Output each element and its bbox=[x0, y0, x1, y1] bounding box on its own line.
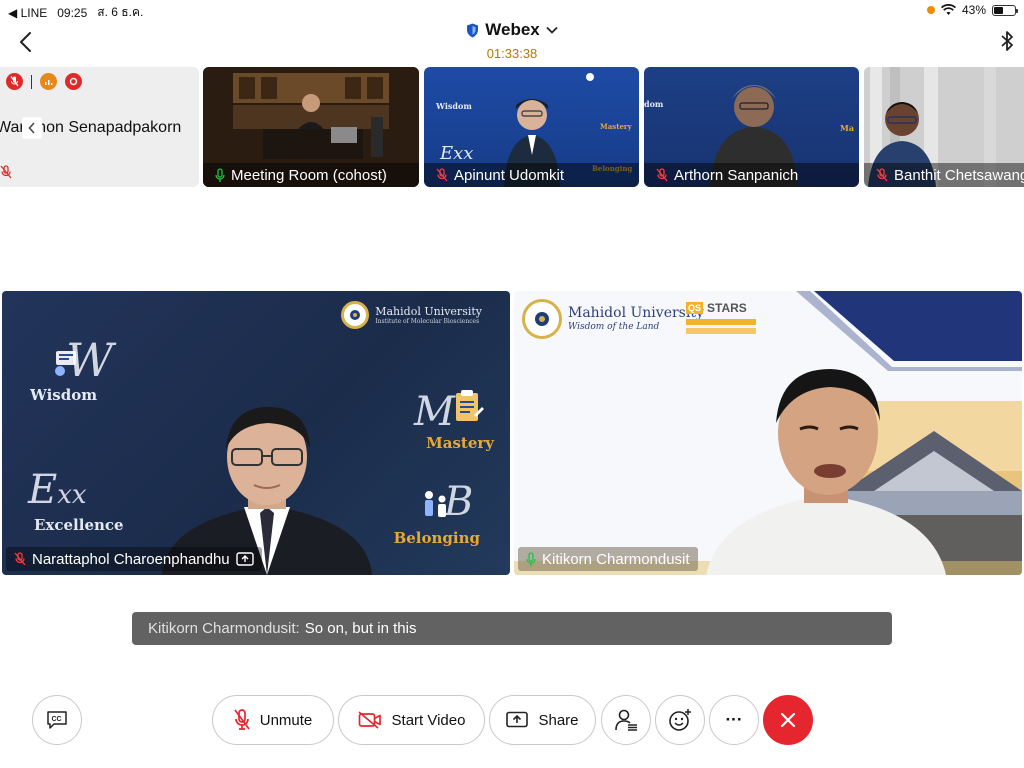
svg-text:Exx: Exx bbox=[439, 143, 473, 164]
main-video-tile[interactable]: Mahidol University Wisdom of the Land QS… bbox=[514, 291, 1022, 575]
meeting-title: Webex bbox=[485, 20, 540, 39]
participant-name: Banthit Chetsawang bbox=[894, 166, 1024, 184]
share-button[interactable]: Share bbox=[489, 695, 596, 745]
mahidol-logo: Mahidol University Wisdom of the Land bbox=[522, 299, 704, 339]
status-time: 09:25 bbox=[57, 5, 88, 20]
main-video-tile[interactable]: Mahidol University Institute of Molecula… bbox=[2, 291, 510, 575]
recording-indicators bbox=[6, 73, 82, 90]
university-seal-icon bbox=[522, 299, 562, 339]
institute-name: Institute of Molecular Biosciences bbox=[375, 318, 480, 325]
reactions-button[interactable] bbox=[655, 695, 705, 745]
recording-dot-icon bbox=[926, 6, 935, 14]
mic-muted-icon bbox=[0, 165, 12, 179]
mic-muted-icon bbox=[14, 552, 26, 566]
closed-captions-button[interactable]: CC bbox=[32, 695, 82, 745]
live-caption-bar: Kitikorn Charmondusit: So on, but in thi… bbox=[132, 612, 892, 645]
leave-meeting-button[interactable] bbox=[763, 695, 813, 745]
close-icon bbox=[780, 712, 796, 728]
smiley-add-icon bbox=[669, 709, 691, 731]
video-off-icon bbox=[357, 711, 381, 729]
participant-name-bar: Meeting Room (cohost) bbox=[203, 163, 419, 187]
participant-name: Meeting Room (cohost) bbox=[231, 166, 387, 184]
participant-name-bar: Narattaphol Charoenphandhu bbox=[6, 547, 262, 571]
participants-button[interactable] bbox=[601, 695, 651, 745]
meeting-timer: 01:33:38 bbox=[486, 45, 538, 61]
mic-muted-icon bbox=[656, 168, 668, 182]
participants-icon bbox=[615, 709, 637, 731]
back-to-app-link[interactable]: ◀ LINE bbox=[8, 6, 47, 20]
people-icon bbox=[425, 491, 446, 517]
bluetooth-icon bbox=[1001, 31, 1013, 51]
clipboard-icon bbox=[456, 390, 484, 421]
chevron-left-icon bbox=[28, 122, 35, 134]
participant-thumbnail[interactable]: Banthit Chetsawang bbox=[864, 67, 1024, 187]
mastery-label: Mastery bbox=[426, 434, 494, 452]
participant-thumbnail[interactable]: Wisdom Mastery Belonging Exx Apinunt Udo… bbox=[424, 67, 639, 187]
wisdom-icon bbox=[55, 351, 76, 376]
excellence-label: Excellence bbox=[34, 516, 124, 534]
status-bar: ◀ LINE 09:25 ส. 6 ธ.ค. 43% bbox=[0, 0, 1024, 20]
battery-percent: 43% bbox=[961, 3, 986, 17]
participant-video bbox=[706, 369, 946, 575]
mic-muted-icon bbox=[234, 709, 250, 730]
belonging-label: Belonging bbox=[393, 529, 480, 547]
bluetooth-button[interactable] bbox=[1000, 30, 1014, 57]
audio-level-icon bbox=[40, 73, 57, 90]
participant-name-bar: Kitikorn Charmondusit bbox=[518, 547, 698, 571]
svg-text:Mastery: Mastery bbox=[600, 122, 633, 131]
unmute-label: Unmute bbox=[259, 711, 313, 729]
closed-captions-icon: CC bbox=[47, 711, 67, 729]
script-e-decoration: Exx bbox=[28, 467, 87, 513]
wisdom-label: Wisdom bbox=[30, 386, 98, 404]
participant-name: Arthorn Sanpanich bbox=[674, 166, 799, 184]
share-screen-icon bbox=[506, 711, 529, 728]
participant-thumbnail[interactable]: Wan mon Senapadpakorn bbox=[0, 67, 199, 187]
mic-on-icon bbox=[215, 167, 225, 182]
svg-text:Wisdom: Wisdom bbox=[435, 101, 472, 111]
scroll-left-button[interactable] bbox=[22, 117, 42, 139]
qs-stars-badge: QS STARS bbox=[686, 301, 756, 341]
university-slogan: Wisdom of the Land bbox=[568, 322, 660, 333]
start-video-button[interactable]: Start Video bbox=[338, 695, 485, 745]
stars-label: STARS bbox=[707, 301, 747, 315]
share-label: Share bbox=[538, 711, 579, 729]
mic-muted-icon bbox=[6, 73, 23, 90]
participant-thumbnail[interactable]: Meeting Room (cohost) bbox=[203, 67, 419, 187]
meeting-header: Webex 01:33:38 bbox=[0, 20, 1024, 61]
participant-name-bar: Banthit Chetsawang bbox=[864, 163, 1024, 187]
university-name: Mahidol University bbox=[568, 305, 704, 322]
svg-text:CC: CC bbox=[52, 716, 62, 723]
university-name: Mahidol University bbox=[375, 304, 482, 318]
more-options-button[interactable]: ··· bbox=[709, 695, 759, 745]
mic-muted-icon bbox=[436, 168, 448, 182]
shield-icon bbox=[467, 23, 479, 37]
svg-text:Ma: Ma bbox=[840, 123, 854, 133]
participant-name: Kitikorn Charmondusit bbox=[542, 550, 690, 568]
participant-thumbnail[interactable]: dom Ma Arthorn Sanpanich bbox=[644, 67, 859, 187]
record-icon bbox=[65, 73, 82, 90]
participant-name: Narattaphol Charoenphandhu bbox=[32, 550, 230, 568]
mic-muted-icon bbox=[876, 168, 888, 182]
participant-thumbnail-strip[interactable]: Wan mon Senapadpakorn Meeting Room (coho… bbox=[0, 67, 1024, 187]
battery-icon bbox=[992, 4, 1018, 16]
participant-name-bar: Apinunt Udomkit bbox=[424, 163, 639, 187]
start-video-label: Start Video bbox=[391, 711, 466, 729]
chevron-down-icon bbox=[546, 26, 558, 34]
university-seal-icon bbox=[341, 301, 370, 329]
wifi-icon bbox=[940, 4, 956, 15]
participant-name: Apinunt Udomkit bbox=[454, 166, 565, 184]
svg-text:dom: dom bbox=[644, 99, 664, 109]
screen-share-icon bbox=[235, 551, 254, 566]
caption-speaker: Kitikorn Charmondusit: bbox=[148, 620, 300, 637]
participant-name-bar: Arthorn Sanpanich bbox=[644, 163, 859, 187]
meeting-title-dropdown[interactable]: Webex bbox=[466, 20, 558, 40]
more-options-icon: ··· bbox=[725, 710, 743, 729]
caption-text: So on, but in this bbox=[304, 620, 417, 637]
mahidol-logo: Mahidol University Institute of Molecula… bbox=[341, 301, 482, 329]
mic-on-icon bbox=[526, 551, 536, 566]
unmute-button[interactable]: Unmute bbox=[212, 695, 334, 745]
